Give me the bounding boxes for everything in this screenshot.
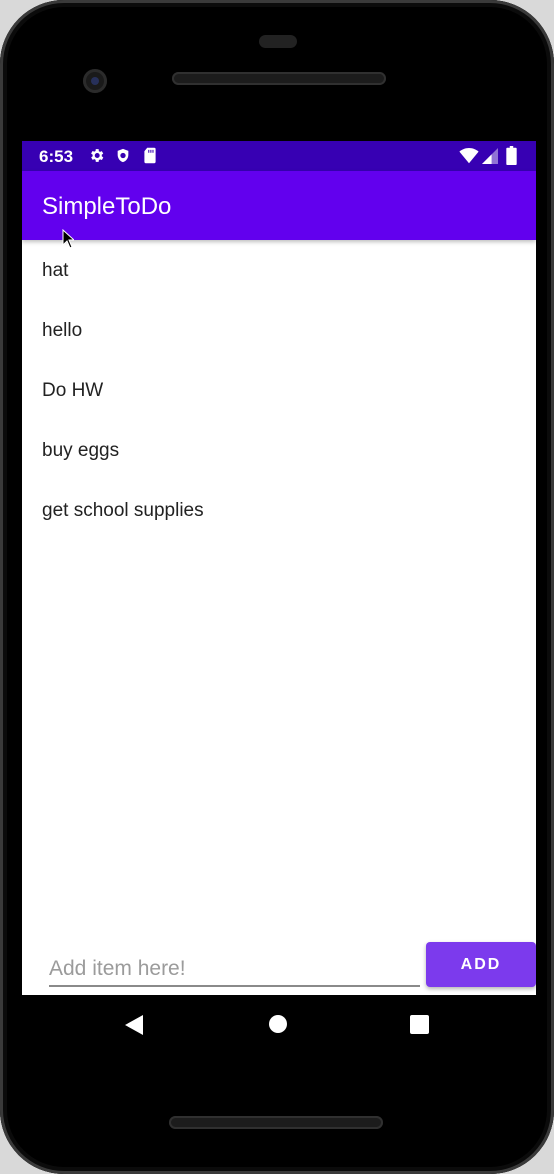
front-camera: [83, 69, 107, 93]
wifi-icon: [459, 148, 479, 169]
todo-item[interactable]: hello: [22, 300, 536, 360]
status-time: 6:53: [39, 147, 74, 166]
device-screen: 6:53 SimpleToDo hat hello Do HW buy eggs…: [22, 141, 536, 995]
sd-card-icon: [143, 147, 157, 169]
app-title: SimpleToDo: [42, 193, 172, 220]
add-item-input[interactable]: [49, 953, 420, 987]
home-icon[interactable]: [268, 1014, 288, 1039]
app-bar: SimpleToDo: [22, 171, 536, 240]
todo-list: hat hello Do HW buy eggs get school supp…: [22, 240, 536, 540]
recents-icon[interactable]: [410, 1015, 429, 1039]
phone-frame: 6:53 SimpleToDo hat hello Do HW buy eggs…: [0, 0, 554, 1174]
status-bar: 6:53: [22, 141, 536, 171]
top-speaker-grille: [172, 72, 386, 85]
battery-icon: [506, 146, 517, 170]
todo-item[interactable]: buy eggs: [22, 420, 536, 480]
bottom-speaker-grille: [169, 1116, 383, 1129]
gear-icon: [88, 147, 105, 169]
shield-icon: [115, 147, 131, 169]
add-button[interactable]: ADD: [426, 942, 536, 987]
todo-item[interactable]: get school supplies: [22, 480, 536, 540]
todo-item[interactable]: Do HW: [22, 360, 536, 420]
earpiece: [259, 35, 297, 48]
signal-icon: [481, 148, 499, 169]
back-icon[interactable]: [124, 1014, 144, 1041]
todo-item[interactable]: hat: [22, 240, 536, 300]
